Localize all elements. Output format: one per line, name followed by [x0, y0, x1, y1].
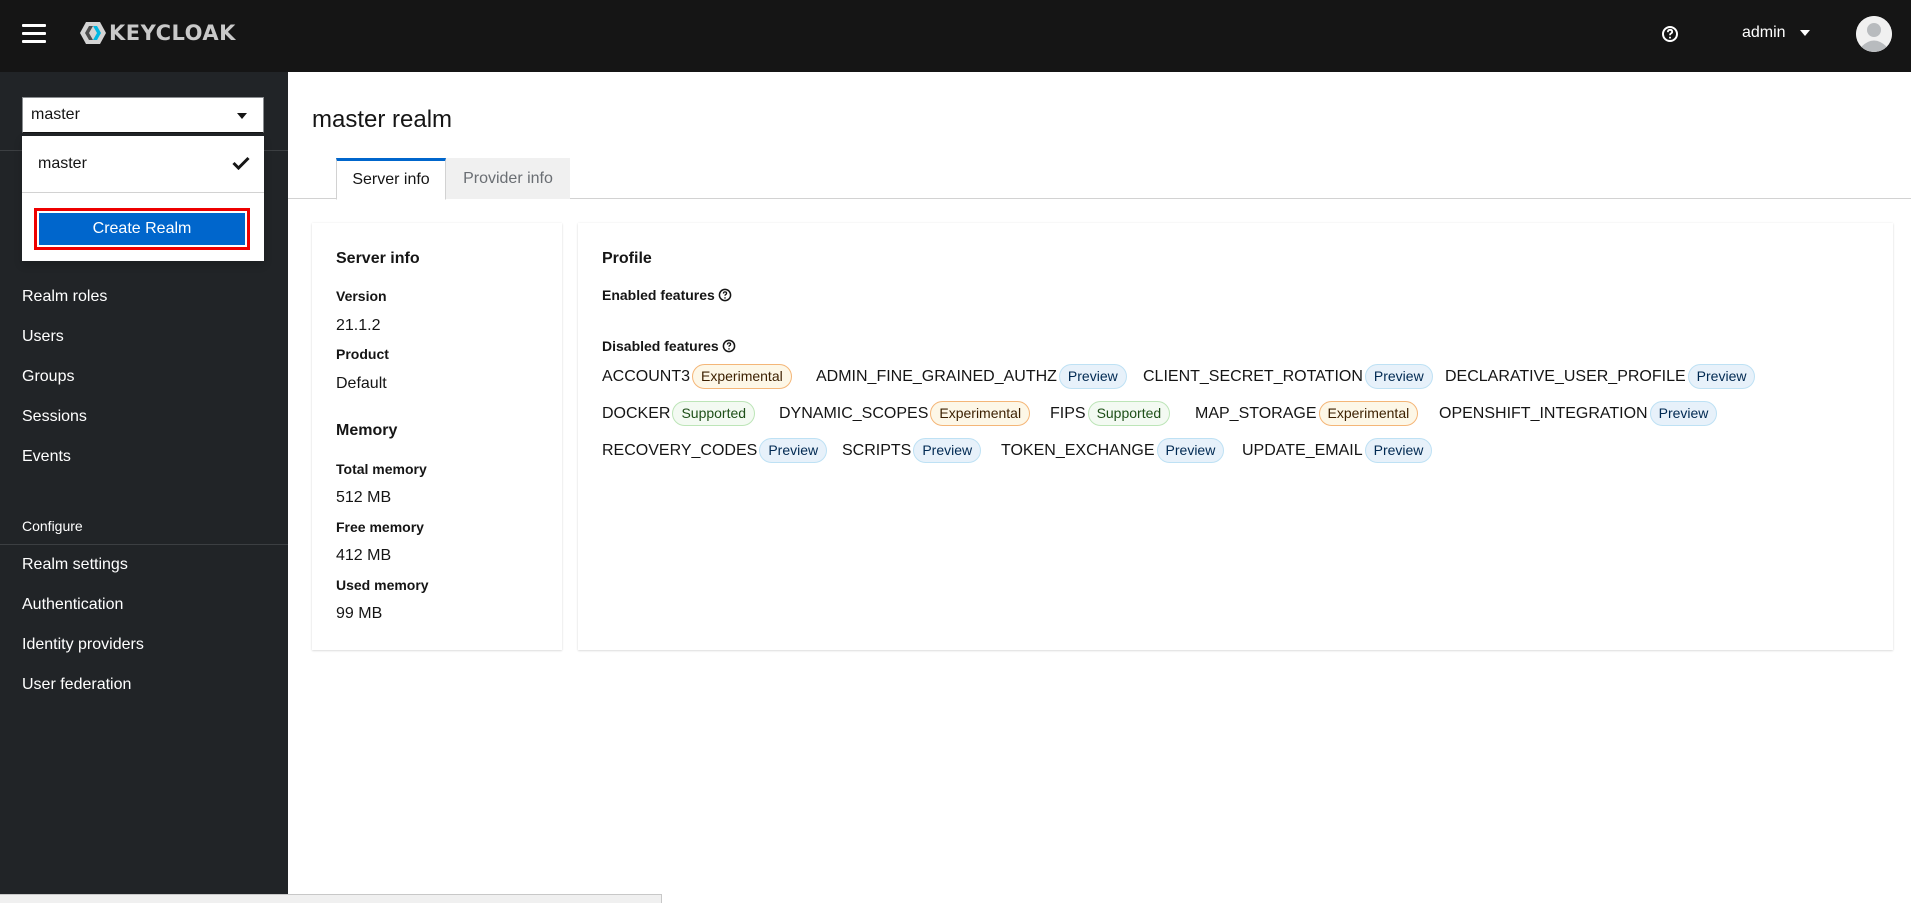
dropdown-divider	[22, 192, 264, 193]
realm-option-label: master	[38, 155, 87, 172]
feature-item: FIPS Supported	[1050, 401, 1171, 426]
feature-name: SCRIPTS	[842, 441, 912, 459]
feature-badge: Experimental	[930, 401, 1031, 426]
feature-name: MAP_STORAGE	[1195, 404, 1317, 422]
feature-name: DOCKER	[602, 404, 671, 422]
avatar[interactable]	[1856, 16, 1892, 52]
hamburger-menu-icon[interactable]	[22, 24, 46, 44]
version-label: Version	[336, 288, 387, 304]
feature-badge: Preview	[1058, 364, 1127, 389]
realm-selector[interactable]: master	[22, 97, 264, 133]
sidebar-item-events[interactable]: Events	[22, 448, 71, 466]
feature-badge: Preview	[1364, 438, 1433, 463]
realm-option-master[interactable]: master	[22, 136, 264, 192]
masthead: KEYCLOAK admin	[0, 0, 1911, 72]
feature-name: ACCOUNT3	[602, 367, 691, 385]
disabled-features-text: Disabled features	[602, 338, 719, 354]
used-memory-label: Used memory	[336, 577, 429, 593]
help-icon[interactable]	[718, 288, 732, 302]
tab-provider-info[interactable]: Provider info	[446, 158, 570, 199]
version-value: 21.1.2	[336, 317, 381, 334]
feature-name: UPDATE_EMAIL	[1242, 441, 1363, 459]
tab-server-info[interactable]: Server info	[336, 158, 446, 200]
keycloak-logo-icon	[80, 22, 106, 44]
realm-selector-value: master	[31, 106, 80, 123]
profile-card: Profile Enabled features Disabled featur…	[578, 223, 1893, 650]
enabled-features-text: Enabled features	[602, 287, 715, 303]
server-info-card: Server info Version 21.1.2 Product Defau…	[312, 223, 562, 650]
user-menu-toggle[interactable]: admin	[1742, 24, 1810, 42]
product-label: Product	[336, 346, 389, 362]
feature-badge: Preview	[913, 438, 982, 463]
feature-item: OPENSHIFT_INTEGRATION Preview	[1439, 401, 1718, 426]
help-icon[interactable]	[1660, 24, 1680, 44]
nav-divider	[0, 544, 288, 545]
total-memory-label: Total memory	[336, 461, 427, 477]
feature-item: TOKEN_EXCHANGE Preview	[1001, 438, 1225, 463]
feature-badge: Preview	[1649, 401, 1718, 426]
feature-badge: Preview	[1364, 364, 1433, 389]
user-avatar-icon	[1856, 16, 1892, 52]
browser-status-bar	[0, 894, 662, 903]
used-memory-value: 99 MB	[336, 605, 383, 622]
sidebar-item-users[interactable]: Users	[22, 328, 64, 346]
feature-name: OPENSHIFT_INTEGRATION	[1439, 404, 1648, 422]
sidebar-item-realm-settings[interactable]: Realm settings	[22, 556, 128, 574]
feature-item: ADMIN_FINE_GRAINED_AUTHZ Preview	[816, 364, 1127, 389]
feature-item: RECOVERY_CODES Preview	[602, 438, 828, 463]
free-memory-value: 412 MB	[336, 547, 392, 564]
feature-badge: Supported	[672, 401, 756, 426]
feature-item: UPDATE_EMAIL Preview	[1242, 438, 1433, 463]
feature-name: ADMIN_FINE_GRAINED_AUTHZ	[816, 367, 1057, 385]
server-info-title: Server info	[336, 250, 420, 267]
feature-badge: Supported	[1087, 401, 1171, 426]
feature-name: CLIENT_SECRET_ROTATION	[1143, 367, 1363, 385]
tabs: Server info Provider info	[288, 158, 1911, 200]
feature-item: MAP_STORAGE Experimental	[1195, 401, 1419, 426]
page-title: master realm	[312, 106, 453, 133]
feature-item: ACCOUNT3 Experimental	[602, 364, 792, 389]
help-icon[interactable]	[722, 339, 736, 353]
highlight-frame: Create Realm	[34, 208, 250, 250]
keycloak-logo[interactable]: KEYCLOAK	[74, 20, 236, 46]
sidebar-item-groups[interactable]: Groups	[22, 368, 74, 386]
disabled-features-label: Disabled features	[602, 338, 736, 354]
user-name: admin	[1742, 24, 1786, 41]
profile-title: Profile	[602, 250, 652, 267]
sidebar-item-user-federation[interactable]: User federation	[22, 676, 131, 694]
feature-name: FIPS	[1050, 404, 1086, 422]
feature-badge: Preview	[759, 438, 828, 463]
feature-item: CLIENT_SECRET_ROTATION Preview	[1143, 364, 1433, 389]
enabled-features-label: Enabled features	[602, 287, 732, 303]
feature-name: TOKEN_EXCHANGE	[1001, 441, 1155, 459]
product-value: Default	[336, 375, 387, 392]
feature-name: RECOVERY_CODES	[602, 441, 758, 459]
free-memory-label: Free memory	[336, 519, 424, 535]
memory-title: Memory	[336, 422, 398, 439]
feature-item: SCRIPTS Preview	[842, 438, 982, 463]
create-realm-button[interactable]: Create Realm	[39, 213, 245, 245]
sidebar-item-identity-providers[interactable]: Identity providers	[22, 636, 144, 654]
feature-badge: Preview	[1687, 364, 1756, 389]
total-memory-value: 512 MB	[336, 489, 392, 506]
sidebar-item-realm-roles[interactable]: Realm roles	[22, 288, 107, 306]
logo-text: KEYCLOAK	[109, 21, 236, 45]
check-icon	[232, 156, 250, 170]
feature-name: DYNAMIC_SCOPES	[779, 404, 929, 422]
feature-item: DECLARATIVE_USER_PROFILE Preview	[1445, 364, 1756, 389]
chevron-down-icon	[1799, 30, 1810, 36]
sidebar-item-authentication[interactable]: Authentication	[22, 596, 123, 614]
feature-badge: Preview	[1156, 438, 1225, 463]
sidebar-item-sessions[interactable]: Sessions	[22, 408, 87, 426]
nav-section-configure: Configure	[22, 518, 83, 534]
feature-item: DOCKER Supported	[602, 401, 756, 426]
realm-dropdown-menu: master Create Realm	[22, 136, 264, 261]
feature-item: DYNAMIC_SCOPES Experimental	[779, 401, 1031, 426]
feature-badge: Experimental	[692, 364, 792, 389]
feature-badge: Experimental	[1318, 401, 1419, 426]
feature-name: DECLARATIVE_USER_PROFILE	[1445, 367, 1686, 385]
caret-down-icon	[237, 113, 247, 119]
